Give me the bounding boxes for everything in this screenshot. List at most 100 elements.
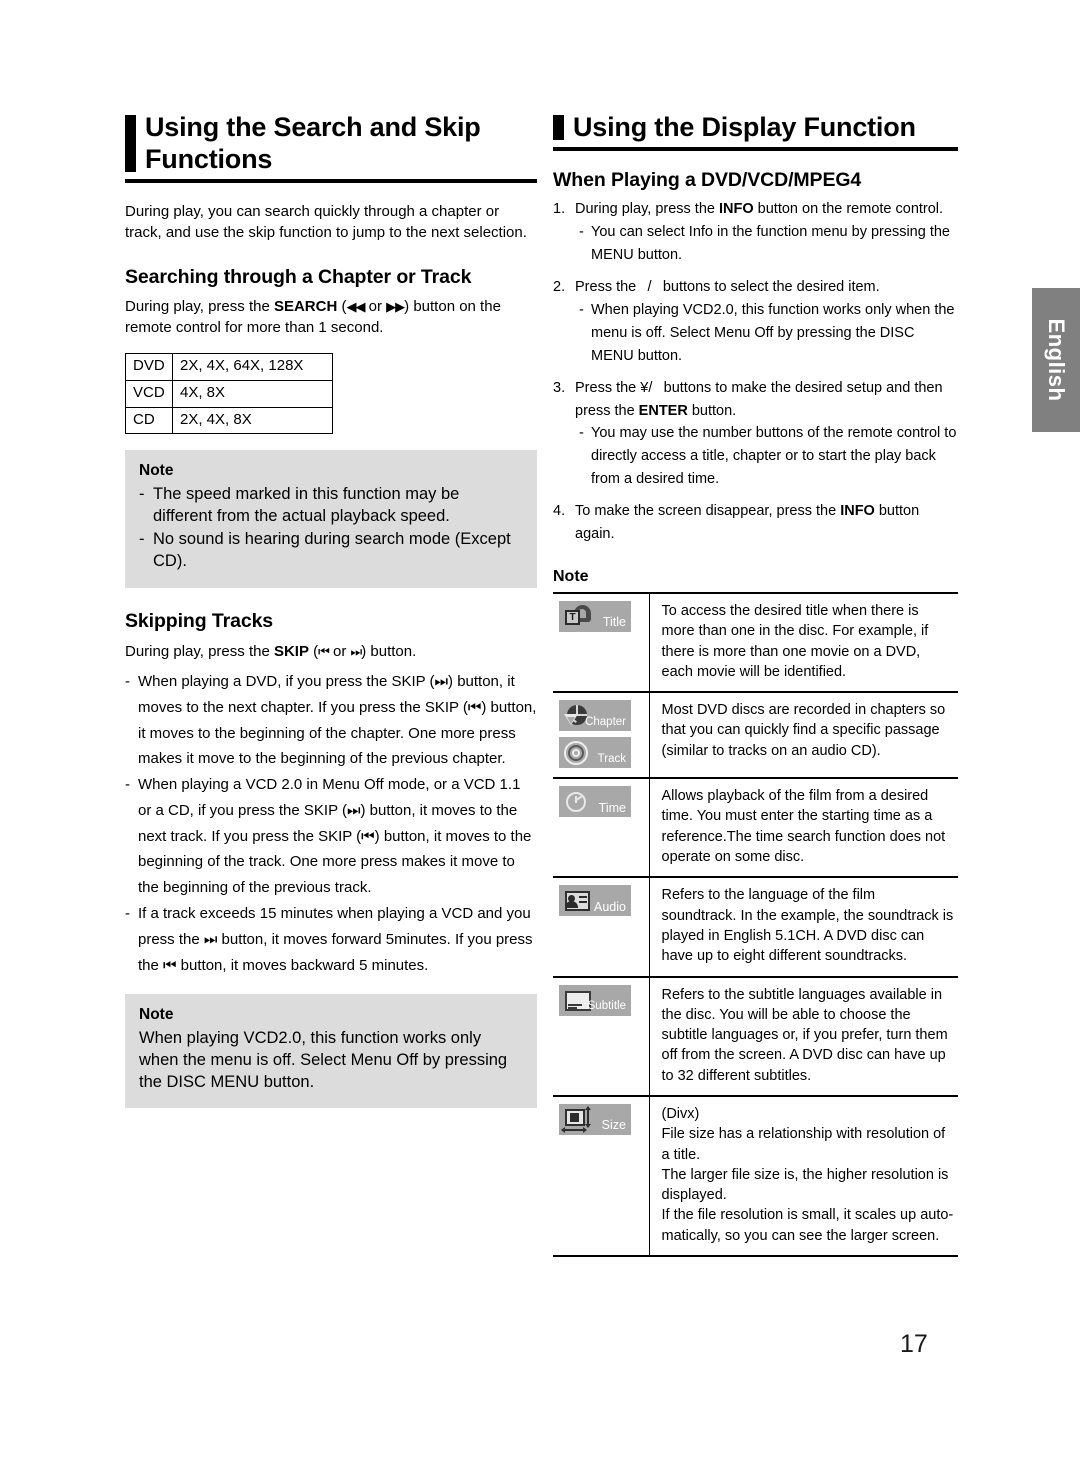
speeds-dvd: 2X, 4X, 64X, 128X [172, 353, 333, 381]
display-steps-list: 1. During play, press the INFO button on … [553, 198, 958, 546]
table-row: CD 2X, 4X, 8X [125, 406, 333, 435]
skipping-text-mid: ( [308, 643, 319, 661]
track-icon: Track [559, 737, 631, 769]
list-item: 2. Press the / buttons to select the desi… [553, 276, 958, 368]
icon-description-line: If the file resolution is small, it scal… [661, 1207, 954, 1244]
icon-cell: Audio [553, 876, 650, 977]
note-item: No sound is hearing during search mode (… [139, 529, 523, 573]
list-item: You can select Info in the function menu… [579, 221, 958, 267]
enter-button-label: ENTER [638, 402, 688, 419]
skip-button-label: SKIP [273, 643, 309, 661]
icon-description: Refers to the language of the film sound… [649, 876, 958, 977]
audio-icon: Audio [559, 885, 631, 917]
media-type-cd: CD [125, 406, 173, 435]
icon-description-line: The larger file size is, the higher reso… [661, 1166, 949, 1204]
list-item: When playing a DVD, if you press the SKI… [125, 669, 537, 772]
step-text-pre: During play, press the [575, 201, 719, 218]
list-item: 4. To make the screen disappear, press th… [553, 500, 958, 546]
page-number: 17 [900, 1330, 928, 1358]
language-tab-label: English [1044, 318, 1069, 402]
skip-previous-icon: ⏮ [318, 644, 330, 660]
searching-heading: Searching through a Chapter or Track [125, 266, 472, 289]
list-item: When playing VCD2.0, this function works… [579, 299, 958, 368]
table-row: VCD 4X, 8X [125, 379, 333, 408]
icon-label: Chapter [585, 715, 626, 728]
speeds-vcd: 4X, 8X [172, 379, 333, 408]
heading-bar [553, 115, 564, 140]
table-row: Chapter Track Most DVD discs are recorde… [553, 691, 958, 779]
icon-label: Time [598, 800, 626, 815]
skip-next-icon: ⏭ [350, 644, 363, 660]
table-row: Size (Divx) File size has a relationship… [553, 1094, 958, 1257]
chapter-icon: Chapter [559, 700, 631, 732]
table-row: Subtitle Refers to the subtitle language… [553, 975, 958, 1096]
document-page: Using the Search and Skip Functions Duri… [0, 0, 1080, 1462]
when-playing-heading: When Playing a DVD/VCD/MPEG4 [553, 168, 862, 191]
list-item: You may use the number buttons of the re… [579, 422, 958, 491]
right-column: Using the Display Function When Playing … [553, 112, 958, 1258]
skipping-text-or: or [328, 643, 351, 661]
heading-bar [125, 115, 136, 172]
skipping-lead: During play, press the SKIP (⏮ or ⏭) but… [125, 639, 537, 665]
search-button-label: SEARCH [273, 297, 338, 315]
icon-description: Most DVD discs are recorded in chapters … [649, 691, 958, 779]
icon-cell: Time [553, 777, 650, 878]
step-number: 2. [553, 278, 566, 295]
searching-text-pre: During play, press the [125, 297, 274, 315]
media-type-dvd: DVD [125, 353, 173, 381]
icon-label: Title [602, 615, 626, 630]
icon-cell: T Title [553, 592, 650, 693]
display-function-title: Using the Display Function [573, 112, 916, 142]
table-row: Audio Refers to the language of the film… [553, 876, 958, 977]
note-box-search: Note The speed marked in this function m… [125, 450, 537, 588]
table-row: Time Allows playback of the film from a … [553, 777, 958, 878]
icon-description: (Divx) File size has a relationship with… [649, 1094, 958, 1257]
table-row: T Title To access the desired title when… [553, 592, 958, 693]
list-item: When playing a VCD 2.0 in Menu Off mode,… [125, 772, 537, 901]
icon-description: Allows playback of the film from a desir… [649, 777, 958, 878]
display-icon-table: T Title To access the desired title when… [553, 591, 958, 1258]
note-title: Note [553, 567, 589, 585]
icon-description-line: File size has a relationship with resolu… [661, 1126, 946, 1163]
media-type-vcd: VCD [125, 379, 173, 408]
info-button-label: INFO [719, 201, 754, 218]
subtitle-icon: Subtitle [559, 984, 631, 1016]
language-tab: English [1032, 288, 1080, 432]
time-icon: Time [559, 786, 631, 818]
right-section-heading: Using the Display Function [553, 112, 958, 151]
list-item: If a track exceeds 15 minutes when playi… [125, 901, 537, 978]
step-sub-list: When playing VCD2.0, this function works… [575, 299, 958, 368]
note-title: Note [139, 1006, 174, 1024]
left-section-heading: Using the Search and Skip Functions [125, 112, 537, 183]
step-text-post: button. [687, 402, 737, 419]
icon-label: Subtitle [587, 1000, 626, 1012]
searching-paragraph: During play, press the SEARCH (◀◀ or ▶▶)… [125, 296, 537, 340]
skipping-bullet-list: When playing a DVD, if you press the SKI… [125, 669, 537, 979]
icon-label: Size [601, 1118, 626, 1133]
note-list: The speed marked in this function may be… [139, 484, 523, 573]
searching-text-or: or [364, 297, 387, 315]
step-sub-list: You can select Info in the function menu… [575, 221, 958, 267]
note-item: The speed marked in this function may be… [139, 484, 523, 528]
icon-cell: Subtitle [553, 975, 650, 1096]
note-title: Note [139, 462, 174, 480]
speeds-cd: 2X, 4X, 8X [172, 406, 333, 435]
list-item: 3. Press the ¥/ buttons to make the desir… [553, 377, 958, 492]
icon-label: Track [597, 752, 626, 765]
list-item: 1. During play, press the INFO button on … [553, 198, 958, 267]
step-sub-list: You may use the number buttons of the re… [575, 422, 958, 491]
left-intro-text: During play, you can search quickly thro… [125, 202, 527, 242]
step-number: 3. [553, 379, 566, 396]
step-text-pre: To make the screen disappear, press the [575, 503, 841, 520]
fast-forward-icon: ▶▶ [386, 298, 405, 314]
skipping-text-post: ) button. [361, 643, 417, 661]
skipping-text-pre: During play, press the [125, 643, 274, 661]
title-icon: T Title [559, 600, 631, 632]
step-number: 1. [553, 201, 566, 218]
page-title: Using the Search and Skip Functions [145, 112, 481, 174]
search-speed-table: DVD 2X, 4X, 64X, 128X VCD 4X, 8X CD 2X, … [125, 353, 333, 435]
rewind-icon: ◀◀ [346, 298, 365, 314]
note-box-skip: Note When playing VCD2.0, this function … [125, 994, 537, 1108]
note-text: When playing VCD2.0, this function works… [139, 1029, 508, 1091]
step-text-post: button on the remote control. [753, 201, 944, 218]
